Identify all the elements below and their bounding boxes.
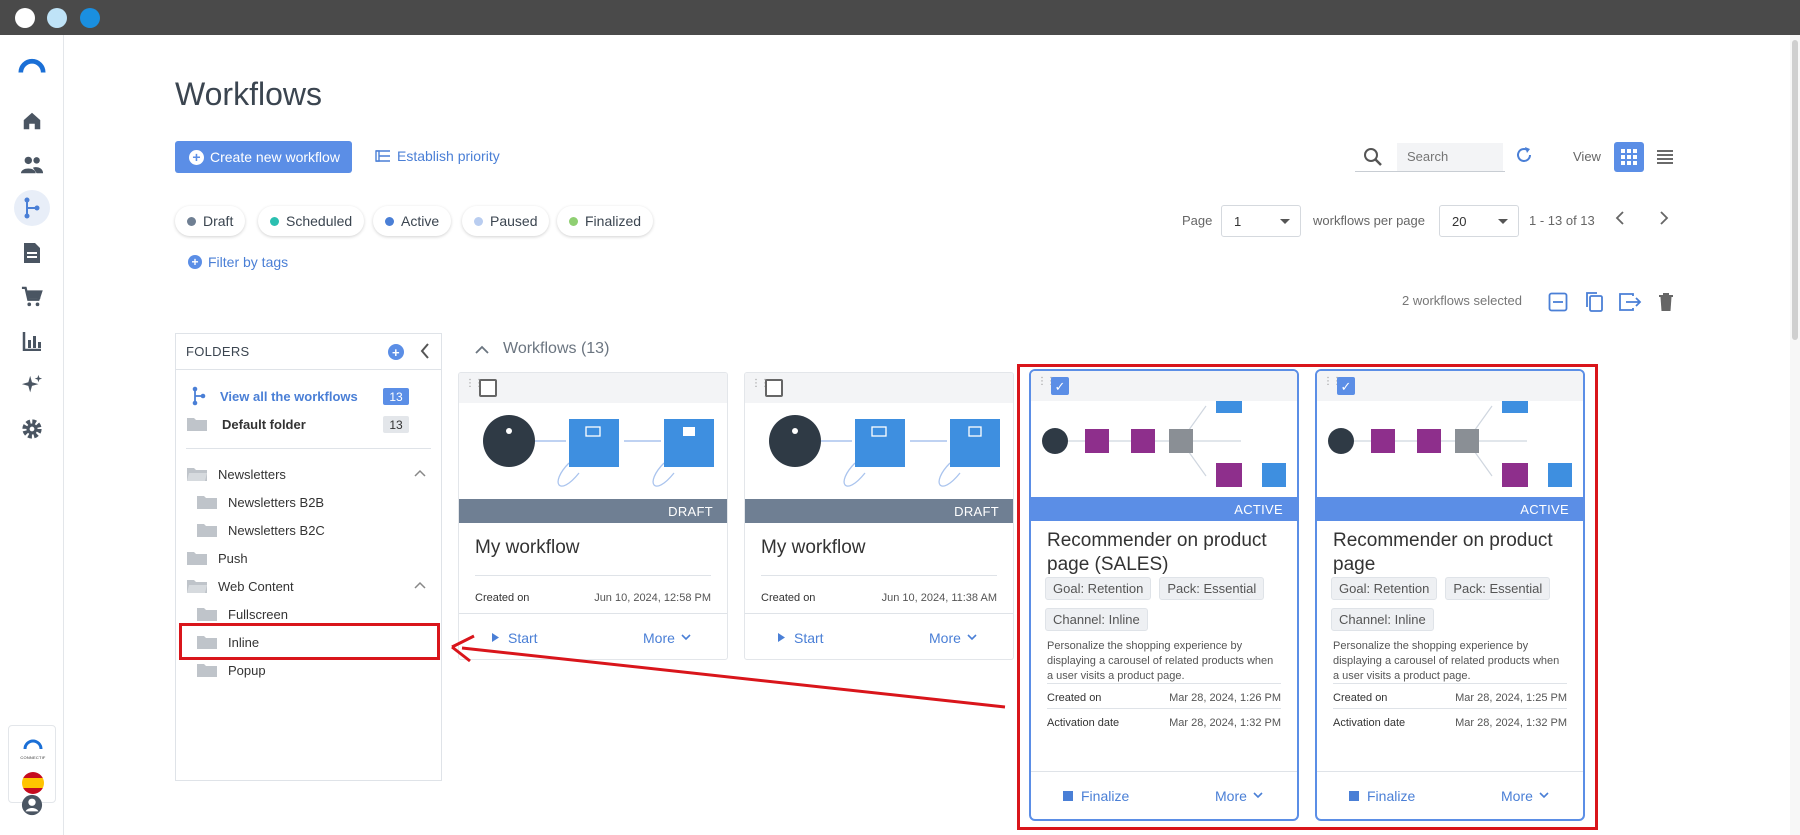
annotation-arrow — [451, 634, 1006, 709]
